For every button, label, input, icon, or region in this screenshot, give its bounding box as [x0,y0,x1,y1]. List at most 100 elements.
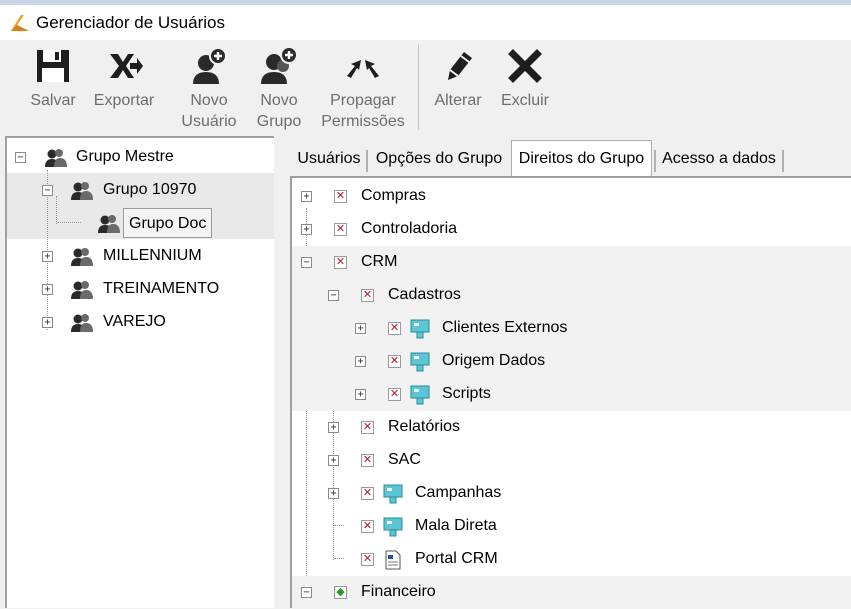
new-user-label-line2: Usuário [181,113,237,130]
denied-checkbox[interactable]: ✕ [334,190,347,203]
rights-row-campanhas[interactable]: + ✕ Campanhas [292,477,851,510]
rights-row-origem-dados[interactable]: + ✕ Origem Dados [292,345,851,378]
module-icon [382,516,404,543]
expand-toggle[interactable]: + [355,323,366,334]
edit-button[interactable]: Alterar [429,46,487,111]
new-group-label-line1: Novo [260,92,298,109]
propagate-label-line1: Propagar [330,92,396,109]
expand-toggle[interactable]: + [42,284,53,295]
save-label: Salvar [30,92,76,109]
tree-item-label: Grupo 10970 [103,181,197,198]
collapse-toggle[interactable]: − [301,257,312,268]
add-group-icon [251,46,307,90]
rights-row-scripts[interactable]: + ✕ Scripts [292,378,851,411]
pencil-icon [429,46,487,90]
tab-acesso-a-dados[interactable]: Acesso a dados [660,144,778,174]
new-user-button[interactable]: Novo Usuário [177,46,241,132]
denied-checkbox[interactable]: ✕ [388,355,401,368]
rights-item-label: Mala Direta [415,517,497,534]
propagate-label-line2: Permissões [321,113,405,130]
tab-usuarios[interactable]: Usuários [294,144,364,174]
rights-row-sac[interactable]: + ✕ SAC [292,444,851,477]
edit-label: Alterar [434,92,482,109]
denied-checkbox[interactable]: ✕ [361,520,374,533]
new-group-button[interactable]: Novo Grupo [251,46,307,132]
add-user-icon [177,46,241,90]
rights-row-relatorios[interactable]: + ✕ Relatórios [292,411,851,444]
group-icon [70,180,94,205]
rights-tree-panel: + ✕ Compras + ✕ Controladoria − ✕ CRM − … [290,176,851,609]
toolbar: Salvar Exportar Novo Usuário Novo Grupo … [0,40,851,132]
expand-toggle[interactable]: + [328,488,339,499]
document-icon [384,550,402,575]
rights-row-compras[interactable]: + ✕ Compras [292,180,851,213]
expand-toggle[interactable]: + [42,251,53,262]
denied-checkbox[interactable]: ✕ [388,322,401,335]
rights-item-label: Cadastros [388,286,461,303]
denied-checkbox[interactable]: ✕ [334,223,347,236]
expand-toggle[interactable]: + [328,455,339,466]
group-icon [97,213,121,238]
module-icon [409,318,431,345]
group-icon [44,147,68,172]
floppy-disk-icon [27,46,79,90]
rights-item-label: CRM [361,253,398,270]
save-button[interactable]: Salvar [27,46,79,111]
tree-item-treinamento[interactable]: + TREINAMENTO [7,273,274,305]
tree-item-varejo[interactable]: + VAREJO [7,306,274,338]
collapse-toggle[interactable]: − [42,185,53,196]
toolbar-separator [418,44,419,130]
new-user-label-line1: Novo [190,92,228,109]
collapse-toggle[interactable]: − [328,290,339,301]
tab-opcoes-do-grupo[interactable]: Opções do Grupo [372,144,506,174]
expand-toggle[interactable]: + [301,191,312,202]
rights-row-clientes-externos[interactable]: + ✕ Clientes Externos [292,312,851,345]
propagate-permissions-button[interactable]: Propagar Permissões [316,46,410,132]
rights-row-cadastros[interactable]: − ✕ Cadastros [292,279,851,312]
export-button[interactable]: Exportar [88,46,160,111]
denied-checkbox[interactable]: ✕ [388,388,401,401]
denied-checkbox[interactable]: ✕ [361,421,374,434]
tree-item-grupo-10970[interactable]: − Grupo 10970 [7,174,274,206]
title-bar: Gerenciador de Usuários [0,5,851,40]
rights-item-label: Portal CRM [415,550,498,567]
tree-item-grupo-doc[interactable]: Grupo Doc [7,207,274,239]
new-group-label-line2: Grupo [256,113,302,130]
delete-x-icon [496,46,554,90]
denied-checkbox[interactable]: ✕ [361,487,374,500]
tab-direitos-do-grupo[interactable]: Direitos do Grupo [511,140,652,176]
rights-row-controladoria[interactable]: + ✕ Controladoria [292,213,851,246]
expand-toggle[interactable]: + [301,224,312,235]
partial-checkbox[interactable]: ◆ [334,586,347,599]
rights-row-crm[interactable]: − ✕ CRM [292,246,851,279]
denied-checkbox[interactable]: ✕ [334,256,347,269]
rights-item-label: Campanhas [415,484,502,501]
expand-toggle[interactable]: + [328,422,339,433]
expand-toggle[interactable]: + [355,356,366,367]
rights-item-label: Compras [361,187,426,204]
rights-row-portal-crm[interactable]: ✕ Portal CRM [292,543,851,576]
denied-checkbox[interactable]: ✕ [361,289,374,302]
group-icon [70,312,94,337]
rights-item-label: SAC [388,451,421,468]
expand-toggle[interactable]: + [355,389,366,400]
collapse-toggle[interactable]: − [301,587,312,598]
window-title: Gerenciador de Usuários [36,13,225,32]
tab-separator [366,150,368,172]
expand-toggle[interactable]: + [42,317,53,328]
group-icon [70,246,94,271]
rights-item-label: Origem Dados [442,352,546,369]
rights-row-financeiro[interactable]: − ◆ Financeiro [292,576,851,609]
tree-item-millennium[interactable]: + MILLENNIUM [7,240,274,272]
delete-button[interactable]: Excluir [496,46,554,111]
module-icon [409,351,431,378]
tab-separator [782,150,784,172]
tree-item-grupo-mestre[interactable]: − Grupo Mestre [7,141,274,173]
rights-row-mala-direta[interactable]: ✕ Mala Direta [292,510,851,543]
rights-item-label: Controladoria [361,220,458,237]
rights-item-label: Clientes Externos [442,319,568,336]
denied-checkbox[interactable]: ✕ [361,553,374,566]
denied-checkbox[interactable]: ✕ [361,454,374,467]
collapse-toggle[interactable]: − [15,152,26,163]
module-icon [382,483,404,510]
